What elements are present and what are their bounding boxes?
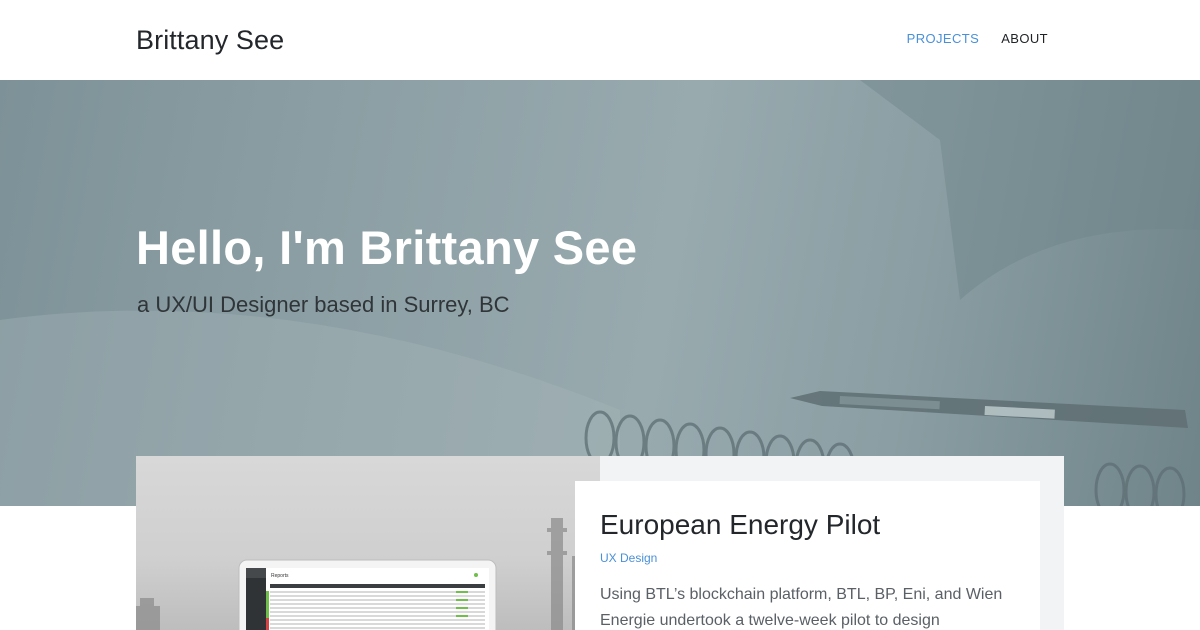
project-card[interactable]: Reports European Energy Pilot UX Design …: [136, 456, 1064, 630]
site-header: Brittany See PROJECTS ABOUT: [0, 0, 1200, 80]
laptop-screen-title: Reports: [271, 573, 289, 579]
main-nav: PROJECTS ABOUT: [907, 31, 1048, 46]
industrial-laptop-illustration: Reports: [136, 518, 582, 630]
project-summary-panel: European Energy Pilot UX Design Using BT…: [575, 481, 1040, 630]
nav-link-about[interactable]: ABOUT: [1001, 31, 1048, 46]
hero-title: Hello, I'm Brittany See: [136, 221, 638, 274]
site-logo[interactable]: Brittany See: [136, 25, 284, 56]
nav-link-projects[interactable]: PROJECTS: [907, 31, 980, 46]
project-title[interactable]: European Energy Pilot: [600, 509, 1015, 541]
hero-banner: Hello, I'm Brittany See a UX/UI Designer…: [0, 80, 1200, 506]
project-thumbnail[interactable]: Reports: [136, 456, 600, 630]
project-description: Using BTL’s blockchain platform, BTL, BP…: [600, 586, 1003, 629]
hero-subtitle: a UX/UI Designer based in Surrey, BC: [137, 292, 510, 317]
project-category-tag[interactable]: UX Design: [600, 551, 657, 565]
